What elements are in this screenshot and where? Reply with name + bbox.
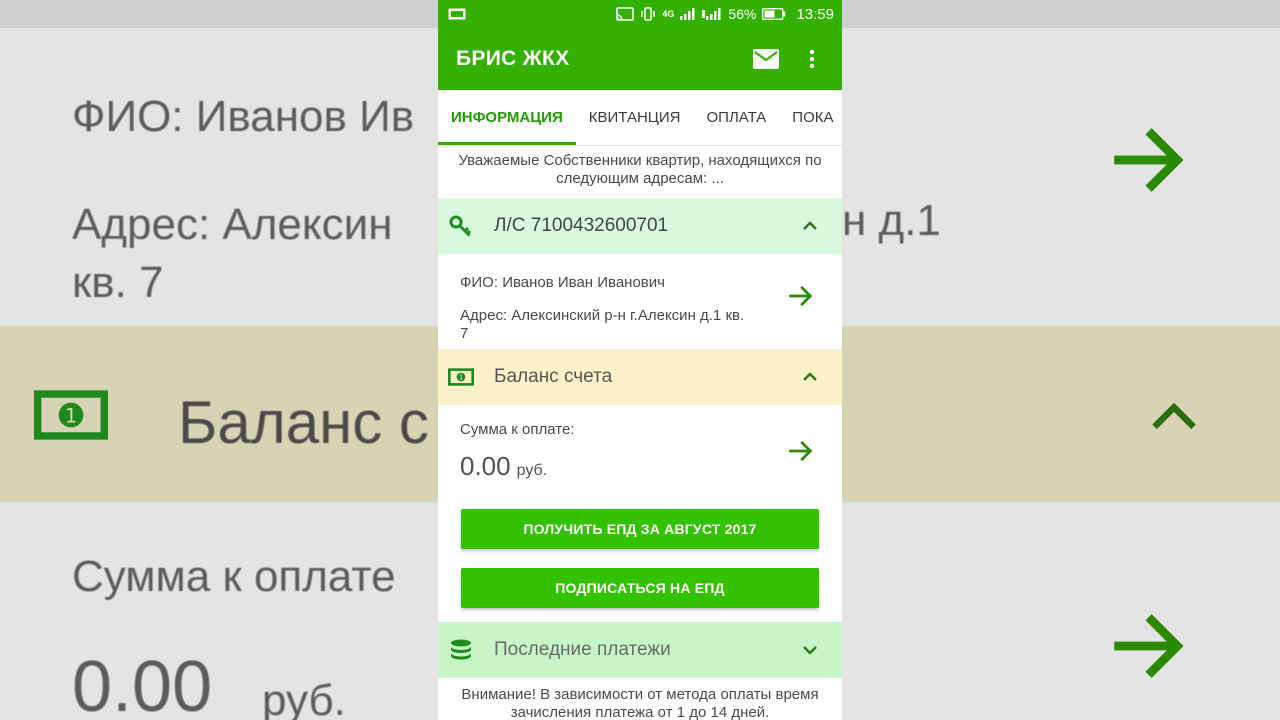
chevron-up-icon [803,372,817,381]
subscribe-epd-button[interactable]: ПОДПИСАТЬСЯ НА ЕПД [461,568,819,608]
key-icon [449,215,472,237]
signal-icon [680,8,695,20]
svg-text:1: 1 [65,404,78,427]
arrow-right-icon [789,285,813,307]
bg-address-tail: н д.1 [842,196,941,245]
vibrate-icon [641,7,656,21]
tab-receipt[interactable]: КВИТАНЦИЯ [576,90,694,145]
balance-card[interactable]: Сумма к оплате: 0.00 руб. [438,405,842,505]
network-4g-icon: 4G [662,9,675,19]
tab-information[interactable]: ИНФОРМАЦИЯ [438,90,576,145]
bg-arrow-right-icon [1114,128,1184,192]
database-icon [451,639,471,660]
balance-section-header[interactable]: 1 Баланс счета [438,349,842,405]
action-buttons: ПОЛУЧИТЬ ЕПД ЗА АВГУСТ 2017 ПОДПИСАТЬСЯ … [438,505,842,608]
bg-balance-text: Баланс с [178,389,429,456]
cast-icon [616,7,635,21]
svg-text:1: 1 [459,374,463,382]
bg-money-icon: 1 [34,390,108,440]
tab-bar: ИНФОРМАЦИЯ КВИТАНЦИЯ ОПЛАТА ПОКА [438,90,842,146]
bg-arrow-right-icon [1114,614,1184,678]
payments-note: Внимание! В зависимости от метода оплаты… [461,686,819,720]
notice-text[interactable]: Уважаемые Собственники квартир, находящи… [438,146,842,198]
bg-currency-text: руб. [262,676,346,720]
bg-fio-text: ФИО: Иванов Ив [72,92,415,141]
bg-chevron-up-icon [1152,402,1196,430]
clock: 13:59 [796,5,834,23]
get-epd-button[interactable]: ПОЛУЧИТЬ ЕПД ЗА АВГУСТ 2017 [461,509,819,549]
bg-amount-text: 0.00 [72,647,213,720]
account-address: Адрес: Алексинский р-н г.Алексин д.1 кв.… [460,307,745,342]
arrow-right-icon [789,440,813,462]
bg-address-text: Адрес: Алексин кв. 7 [72,196,393,312]
balance-details-button[interactable] [786,436,816,466]
battery-icon [762,8,786,20]
amount-currency: руб. [516,462,548,479]
app-bar: БРИС ЖКХ [438,28,842,90]
amount-value: 0.00 [460,451,511,481]
chevron-down-icon [803,646,817,655]
chevron-up-icon [803,221,817,230]
mail-button[interactable] [750,43,782,75]
notification-icon [448,8,466,20]
account-number: Л/С 7100432600701 [494,215,669,236]
money-icon: 1 [448,368,474,386]
payments-section-header[interactable]: Последние платежи [438,622,842,678]
mail-icon [753,49,779,69]
tab-payment[interactable]: ОПЛАТА [694,90,780,145]
more-options-button[interactable] [796,43,828,75]
payments-title: Последние платежи [494,639,671,660]
bg-address-line2: кв. 7 [72,258,164,307]
tab-readings[interactable]: ПОКА [779,90,842,145]
status-bar: 4G 56% 13:59 [438,0,842,28]
bg-sum-text: Сумма к оплате [72,552,396,601]
phone-screen: 4G 56% 13:59 БРИС ЖКХ ИНФОРМАЦИЯ КВИТАНЦ… [438,0,842,720]
app-title: БРИС ЖКХ [456,47,570,70]
amount-due: 0.00 руб. [460,451,547,482]
account-fio: ФИО: Иванов Иван Иванович [460,274,665,291]
account-card[interactable]: ФИО: Иванов Иван Иванович Адрес: Алексин… [438,254,842,349]
account-details-button[interactable] [786,281,816,311]
battery-percent: 56% [728,6,757,22]
amount-due-label: Сумма к оплате: [460,421,575,438]
balance-title: Баланс счета [494,366,613,387]
more-vert-icon [809,49,815,69]
account-section-header[interactable]: Л/С 7100432600701 [438,198,842,254]
bg-address-line1: Адрес: Алексин [72,200,393,249]
signal-hd-icon [702,8,721,20]
